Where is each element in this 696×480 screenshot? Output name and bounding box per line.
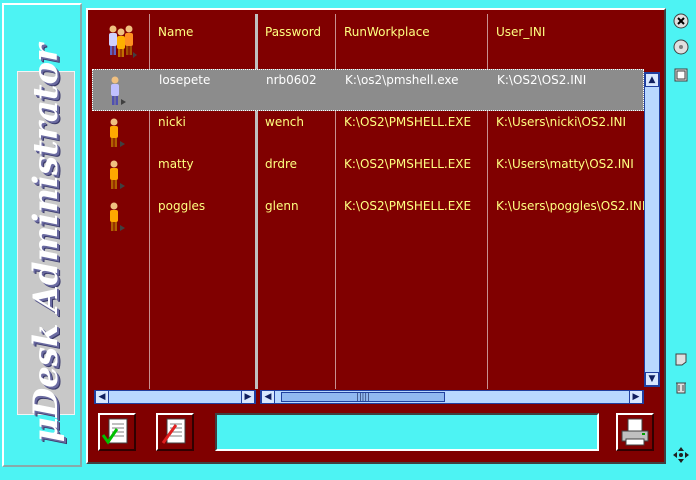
cell-name: poggles [158,199,206,213]
close-icon [673,13,689,29]
users-group-icon [109,25,137,58]
trash-icon [676,382,686,394]
vertical-scrollbar[interactable]: ▲ ▼ [644,72,660,387]
user-table: Name Password RunWorkplace User_INI lose… [92,14,661,407]
scroll-right-button[interactable]: ▶ [629,390,643,404]
pen-document-icon [161,418,186,444]
cell-user-ini: K:\Users\matty\OS2.INI [496,157,634,171]
window-button[interactable] [672,66,690,84]
banner-art: μDesk Administrator [17,44,75,442]
table-row[interactable]: matty drdre K:\OS2\PMSHELL.EXE K:\Users\… [92,154,644,196]
trash-button[interactable] [672,378,690,396]
cell-user-ini: K:\OS2\OS2.INI [497,73,587,87]
check-document-icon [101,418,128,445]
scroll-thumb[interactable]: ||||| [281,392,445,402]
name-horizontal-scrollbar[interactable]: ◀ ▶ [94,390,256,404]
user-icon [110,202,125,231]
cell-password: nrb0602 [266,73,317,87]
cell-password: glenn [265,199,299,213]
edit-button[interactable] [156,413,194,451]
scroll-up-button[interactable]: ▲ [645,73,659,87]
user-icon [110,160,125,189]
column-header-name[interactable]: Name [158,25,193,39]
cell-name: nicki [158,115,186,129]
user-icon [110,118,125,147]
print-button[interactable] [616,413,654,451]
cell-runworkplace: K:\OS2\PMSHELL.EXE [344,115,472,129]
notes-icon [675,353,687,366]
details-horizontal-scrollbar[interactable]: ◀ ||||| ▶ [260,390,644,404]
cell-user-ini: K:\Users\nicki\OS2.INI [496,115,627,129]
cell-runworkplace: K:\OS2\PMSHELL.EXE [344,157,472,171]
close-button[interactable] [672,12,690,30]
status-field[interactable] [215,413,599,451]
scroll-right-button[interactable]: ▶ [241,390,255,404]
window-icon [674,68,688,82]
apply-button[interactable] [98,413,136,451]
scroll-left-button[interactable]: ◀ [261,390,275,404]
cell-password: wench [265,115,305,129]
cell-password: drdre [265,157,298,171]
notes-button[interactable] [672,350,690,368]
column-header-password[interactable]: Password [265,25,321,39]
move-button[interactable] [672,446,690,464]
cd-button[interactable] [672,38,690,56]
printer-icon [621,418,649,446]
cell-runworkplace: K:\OS2\PMSHELL.EXE [344,199,472,213]
table-row[interactable]: poggles glenn K:\OS2\PMSHELL.EXE K:\User… [92,196,646,238]
cell-user-ini: K:\Users\poggles\OS2.INI [496,199,646,213]
table-row[interactable]: nicki wench K:\OS2\PMSHELL.EXE K:\Users\… [92,112,644,154]
column-header-user-ini[interactable]: User_INI [496,25,545,39]
cell-name: matty [158,157,194,171]
move-arrows-icon [673,447,689,463]
scroll-down-button[interactable]: ▼ [645,372,659,386]
table-row[interactable]: losepete nrb0602 K:\os2\pmshell.exe K:\O… [92,69,644,111]
side-banner: μDesk Administrator [2,3,82,467]
cd-icon [673,39,689,55]
cell-name: losepete [159,73,211,87]
column-header-runworkplace[interactable]: RunWorkplace [344,25,430,39]
cell-runworkplace: K:\os2\pmshell.exe [345,73,459,87]
banner-title: μDesk Administrator [26,43,66,443]
scroll-left-button[interactable]: ◀ [95,390,109,404]
user-icon [111,76,126,105]
